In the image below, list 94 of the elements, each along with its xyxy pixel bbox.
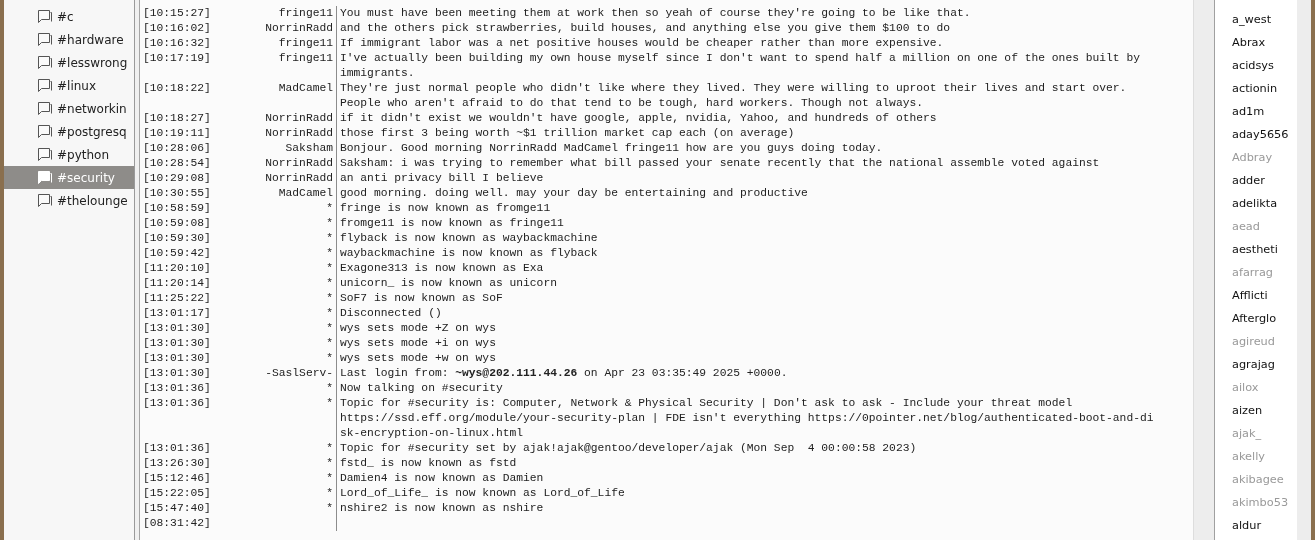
channel-item[interactable]: #postgresq <box>4 120 134 143</box>
scrollbar[interactable] <box>1193 0 1215 540</box>
channel-item[interactable]: #python <box>4 143 134 166</box>
timestamp: [10:58:59] <box>142 201 212 216</box>
nickname: fringe11 <box>277 51 334 66</box>
user-name[interactable]: aizen <box>1232 399 1297 422</box>
timestamp: [13:01:30] <box>142 366 212 381</box>
nickname: * <box>325 501 334 516</box>
timestamp: [13:01:36] <box>142 396 212 411</box>
user-name[interactable]: Afterglo <box>1232 307 1297 330</box>
timestamp: [10:59:08] <box>142 216 212 231</box>
chat-bubble-icon <box>37 78 53 93</box>
timestamp: [15:47:40] <box>142 501 212 516</box>
nickname: * <box>325 306 334 321</box>
timestamp: [10:18:27] <box>142 111 212 126</box>
timestamp: [10:17:19] <box>142 51 212 66</box>
user-name[interactable]: actionin <box>1232 77 1297 100</box>
user-name[interactable]: a_west <box>1232 8 1297 31</box>
channel-item[interactable]: #linux <box>4 74 134 97</box>
nickname: NorrinRadd <box>264 156 334 171</box>
nickname: NorrinRadd <box>264 171 334 186</box>
timestamp: [13:01:36] <box>142 441 212 456</box>
nickname: * <box>325 246 334 261</box>
chat-bubble-icon <box>37 193 53 208</box>
user-name[interactable]: aldur <box>1232 514 1297 537</box>
user-name[interactable]: Afflicti <box>1232 284 1297 307</box>
timestamp: [10:16:32] <box>142 36 212 51</box>
timestamp: [13:01:36] <box>142 381 212 396</box>
timestamp: [10:16:02] <box>142 21 212 36</box>
timestamp: [08:31:42] <box>142 516 212 531</box>
timestamp: [10:30:55] <box>142 186 212 201</box>
user-name[interactable]: aday5656 <box>1232 123 1297 146</box>
timestamp: [10:59:30] <box>142 231 212 246</box>
nickname: * <box>325 396 334 411</box>
nickname: NorrinRadd <box>264 126 334 141</box>
user-name[interactable]: aestheti <box>1232 238 1297 261</box>
nickname: * <box>325 291 334 306</box>
nickname: * <box>325 336 334 351</box>
timestamp: [11:20:10] <box>142 261 212 276</box>
timestamp: [10:28:06] <box>142 141 212 156</box>
timestamp: [10:15:27] <box>142 6 212 21</box>
nickname: * <box>325 471 334 486</box>
nickname: NorrinRadd <box>264 111 334 126</box>
timestamp: [13:01:30] <box>142 321 212 336</box>
chat-bubble-icon <box>37 147 53 162</box>
nickname: fringe11 <box>277 6 334 21</box>
nickname: fringe11 <box>277 36 334 51</box>
timestamp: [10:28:54] <box>142 156 212 171</box>
chat-bubble-icon <box>37 170 53 185</box>
user-name[interactable]: acidsys <box>1232 54 1297 77</box>
channel-item[interactable]: #lesswrong <box>4 51 134 74</box>
nickname: * <box>325 381 334 396</box>
nickname: Saksham <box>284 141 334 156</box>
nickname: * <box>325 261 334 276</box>
timestamp: [15:22:05] <box>142 486 212 501</box>
timestamp: [10:29:08] <box>142 171 212 186</box>
nickname: * <box>325 351 334 366</box>
chat-bubble-icon <box>37 32 53 47</box>
timestamp: [13:26:30] <box>142 456 212 471</box>
channel-item[interactable]: #c <box>4 5 134 28</box>
channel-item[interactable]: #thelounge <box>4 189 134 212</box>
channel-item[interactable]: #hardware <box>4 28 134 51</box>
chat-bubble-icon <box>37 55 53 70</box>
user-name[interactable]: agrajag <box>1232 353 1297 376</box>
nickname: * <box>325 276 334 291</box>
user-name[interactable]: adelikta <box>1232 192 1297 215</box>
chat-bubble-icon <box>37 124 53 139</box>
timestamp: [11:25:22] <box>142 291 212 306</box>
scrollbar[interactable] <box>1297 0 1311 540</box>
nickname: * <box>325 441 334 456</box>
user-name[interactable]: ad1m <box>1232 100 1297 123</box>
nickname: * <box>325 486 334 501</box>
nickname: * <box>325 201 334 216</box>
timestamp: [13:01:30] <box>142 351 212 366</box>
chat-bubble-icon <box>37 9 53 24</box>
user-name[interactable]: Abrax <box>1232 31 1297 54</box>
timestamp: [10:59:42] <box>142 246 212 261</box>
timestamp: [13:01:17] <box>142 306 212 321</box>
nickname: NorrinRadd <box>264 21 334 36</box>
channel-item[interactable]: #networkin <box>4 97 134 120</box>
timestamp: [15:12:46] <box>142 471 212 486</box>
nickname: -SaslServ- <box>264 366 334 381</box>
timestamp: [10:18:22] <box>142 81 212 96</box>
timestamp: [13:01:30] <box>142 336 212 351</box>
nickname: * <box>325 216 334 231</box>
chat-bubble-icon <box>37 101 53 116</box>
nickname: * <box>325 456 334 471</box>
nickname: MadCamel <box>277 186 334 201</box>
user-name[interactable]: adder <box>1232 169 1297 192</box>
timestamp: [11:20:14] <box>142 276 212 291</box>
nickname: * <box>325 321 334 336</box>
nickname: * <box>325 231 334 246</box>
timestamp: [10:19:11] <box>142 126 212 141</box>
nickname: MadCamel <box>277 81 334 96</box>
